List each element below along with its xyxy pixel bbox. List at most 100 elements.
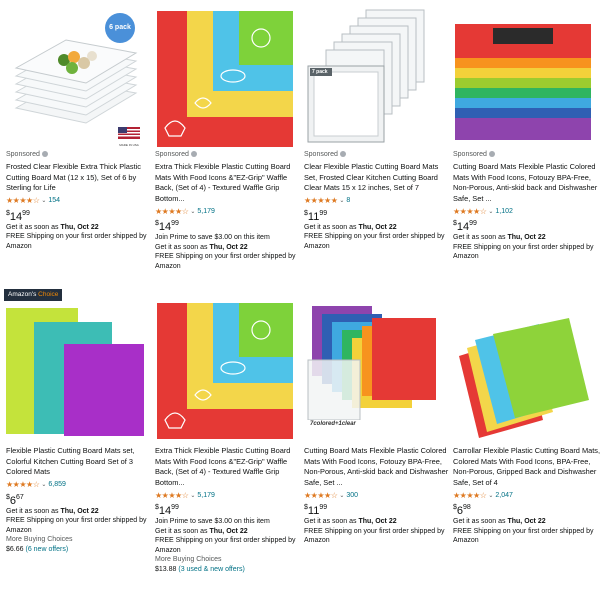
product-card: Flexible Plastic Cutting Board Mats set,… <box>6 300 154 554</box>
product-title[interactable]: Clear Flexible Plastic Cutting Board Mat… <box>304 162 452 194</box>
info-icon[interactable] <box>41 151 48 157</box>
rating[interactable]: ★★★★☆ ⌄ 5,179 <box>155 206 303 216</box>
product-title[interactable]: Carrollar Flexible Plastic Cutting Board… <box>453 446 601 488</box>
price[interactable]: $1499 <box>155 219 303 233</box>
price-fraction: 99 <box>171 504 179 511</box>
product-card: 7 pack Sponsored Clear Flexible Plastic … <box>304 8 452 251</box>
rating[interactable]: ★★★★★ ⌄ 8 <box>304 196 452 206</box>
offers-link[interactable]: (3 used & new offers) <box>178 566 244 573</box>
eight-mats-image <box>306 306 436 430</box>
info-icon[interactable] <box>190 151 197 157</box>
delivery-line: Get it as soon as Thu, Oct 22 <box>6 507 99 515</box>
price[interactable]: $1199 <box>304 209 452 223</box>
chevron-down-icon[interactable]: ⌄ <box>339 492 344 499</box>
star-rating-icon[interactable]: ★★★★☆ <box>453 207 487 216</box>
delivery-info: Join Prime to save $3.00 on this item Get… <box>155 517 303 555</box>
star-rating-icon[interactable]: ★★★★☆ <box>304 491 338 500</box>
price-fraction: 99 <box>22 209 30 217</box>
rating[interactable]: ★★★★☆ ⌄ 1,102 <box>453 206 601 216</box>
product-title[interactable]: Extra Thick Flexible Plastic Cutting Boa… <box>155 446 303 488</box>
product-title[interactable]: Flexible Plastic Cutting Board Mats set,… <box>6 446 154 478</box>
rating-count[interactable]: 154 <box>48 197 60 204</box>
product-image[interactable]: 7colored+1clear <box>304 300 444 440</box>
rating-count[interactable]: 5,179 <box>197 208 215 215</box>
sponsored-label: Sponsored <box>6 150 154 160</box>
badge-accent: Choice <box>38 291 59 298</box>
price-fraction: 98 <box>463 504 471 511</box>
product-image[interactable] <box>453 300 593 440</box>
rating-count[interactable]: 5,179 <box>197 492 215 499</box>
chevron-down-icon[interactable]: ⌄ <box>41 197 46 204</box>
more-buying-choices: $6.66 (6 new offers) <box>6 545 154 555</box>
product-image[interactable] <box>155 300 295 440</box>
price-whole: 14 <box>158 221 172 233</box>
product-title[interactable]: Frosted Clear Flexible Extra Thick Plast… <box>6 162 154 194</box>
product-card: 6 pack MADE IN USA Sponsored Frosted Cle… <box>6 8 154 251</box>
pack-label: 7colored+1clear <box>310 421 356 427</box>
delivery-line: FREE Shipping on your first order shippe… <box>304 527 445 545</box>
chevron-down-icon[interactable]: ⌄ <box>190 208 195 215</box>
rating[interactable]: ★★★★☆ ⌄ 5,179 <box>155 490 303 500</box>
product-image[interactable] <box>6 300 146 440</box>
delivery-line: Join Prime to save $3.00 on this item <box>155 518 270 525</box>
rating-count[interactable]: 6,859 <box>48 481 66 488</box>
star-rating-icon[interactable]: ★★★★☆ <box>6 480 40 489</box>
delivery-line: Get it as soon as Thu, Oct 22 <box>6 223 99 231</box>
rating[interactable]: ★★★★☆ ⌄ 2,047 <box>453 490 601 500</box>
star-rating-icon[interactable]: ★★★★☆ <box>155 207 189 216</box>
product-card: Extra Thick Flexible Plastic Cutting Boa… <box>155 300 303 574</box>
product-image[interactable]: 7 pack <box>304 8 444 148</box>
delivery-line: Get it as soon as Thu, Oct 22 <box>155 527 248 535</box>
rating-count[interactable]: 8 <box>346 197 350 204</box>
star-rating-icon[interactable]: ★★★★☆ <box>155 491 189 500</box>
delivery-line: FREE Shipping on your first order shippe… <box>304 233 445 250</box>
product-image[interactable] <box>453 8 593 148</box>
clear-mats-set-image <box>307 9 425 143</box>
product-title[interactable]: Cutting Board Mats Flexible Plastic Colo… <box>453 162 601 204</box>
star-rating-icon[interactable]: ★★★★★ <box>304 196 338 205</box>
price[interactable]: $667 <box>6 493 154 507</box>
price-whole: 14 <box>9 210 23 223</box>
product-image[interactable]: 6 pack MADE IN USA <box>6 8 146 148</box>
price-whole: 14 <box>158 505 172 517</box>
rating-count[interactable]: 1,102 <box>495 208 513 215</box>
chevron-down-icon[interactable]: ⌄ <box>339 197 344 204</box>
rating[interactable]: ★★★★☆ ⌄ 300 <box>304 490 452 500</box>
rating[interactable]: ★★★★☆ ⌄ 154 <box>6 196 154 206</box>
price-fraction: 67 <box>16 493 24 501</box>
rating-count[interactable]: 300 <box>346 492 358 499</box>
delivery-line: FREE Shipping on your first order shippe… <box>155 253 296 270</box>
chevron-down-icon[interactable]: ⌄ <box>488 492 493 499</box>
info-icon[interactable] <box>488 151 495 157</box>
price[interactable]: $1499 <box>6 209 154 223</box>
delivery-info: Get it as soon as Thu, Oct 22 FREE Shippi… <box>304 223 452 252</box>
delivery-line: FREE Shipping on your first order shippe… <box>6 233 147 250</box>
offers-link[interactable]: (6 new offers) <box>25 546 68 553</box>
badge-prefix: Amazon's <box>8 291 37 298</box>
chevron-down-icon[interactable]: ⌄ <box>488 208 493 215</box>
price[interactable]: $1499 <box>155 503 303 517</box>
more-buying-choices-label: More Buying Choices <box>155 556 222 563</box>
delivery-line: Join Prime to save $3.00 on this item <box>155 234 270 241</box>
delivery-line: Get it as soon as Thu, Oct 22 <box>453 518 546 525</box>
delivery-line: Get it as soon as Thu, Oct 22 <box>304 223 397 231</box>
price-fraction: 99 <box>469 220 477 227</box>
rating[interactable]: ★★★★☆ ⌄ 6,859 <box>6 480 154 490</box>
product-title[interactable]: Cutting Board Mats Flexible Plastic Colo… <box>304 446 452 488</box>
delivery-info: Get it as soon as Thu, Oct 22 FREE Shippi… <box>453 233 601 262</box>
product-title[interactable]: Extra Thick Flexible Plastic Cutting Boa… <box>155 162 303 204</box>
product-image[interactable] <box>155 8 295 148</box>
price[interactable]: $1199 <box>304 503 452 517</box>
star-rating-icon[interactable]: ★★★★☆ <box>453 491 487 500</box>
price[interactable]: $1499 <box>453 219 601 233</box>
pack-badge: 6 pack <box>105 13 135 43</box>
star-rating-icon[interactable]: ★★★★☆ <box>6 196 40 205</box>
more-buying-choices-label: More Buying Choices <box>6 536 73 543</box>
rating-count[interactable]: 2,047 <box>495 492 513 499</box>
info-icon[interactable] <box>339 151 346 157</box>
chevron-down-icon[interactable]: ⌄ <box>41 481 46 488</box>
delivery-line: FREE Shipping on your first order shippe… <box>453 243 594 261</box>
delivery-info: Get it as soon as Thu, Oct 22 FREE Shippi… <box>6 507 154 536</box>
price[interactable]: $698 <box>453 503 601 517</box>
chevron-down-icon[interactable]: ⌄ <box>190 492 195 499</box>
